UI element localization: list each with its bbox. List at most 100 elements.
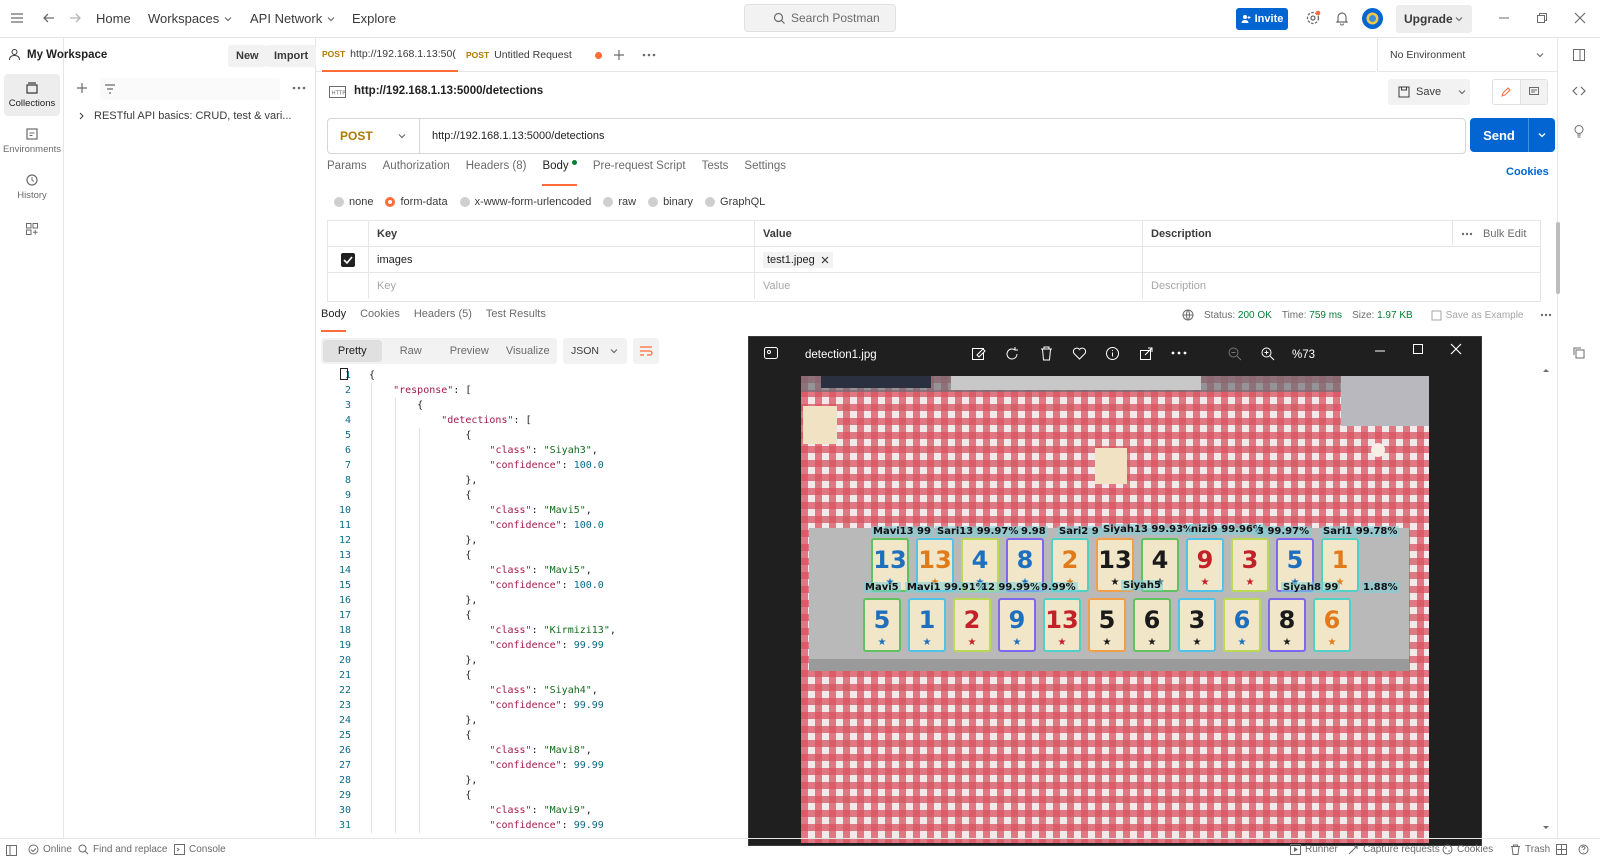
nav-workspaces[interactable]: Workspaces <box>148 11 233 26</box>
new-tab-icon[interactable] <box>613 49 625 61</box>
remove-file-icon[interactable] <box>821 256 829 264</box>
tab-request-2[interactable]: POST Untitled Request <box>466 38 612 72</box>
request-name[interactable]: http://192.168.1.13:5000/detections <box>354 85 543 97</box>
info-icon[interactable] <box>1105 346 1120 361</box>
radio-form-data[interactable]: form-data <box>385 196 448 208</box>
rail-collections[interactable]: Collections <box>4 74 60 116</box>
notification-bell-icon[interactable] <box>1334 10 1350 26</box>
close-icon[interactable] <box>1450 343 1462 355</box>
bulk-edit-link[interactable]: Bulk Edit <box>1483 228 1526 240</box>
tab-pre-request-script[interactable]: Pre-request Script <box>593 160 686 186</box>
resp-tab-cookies[interactable]: Cookies <box>360 308 400 332</box>
value-placeholder[interactable]: Value <box>754 273 1142 299</box>
invite-button[interactable]: Invite <box>1236 8 1288 30</box>
minimize-icon[interactable] <box>1374 345 1386 357</box>
toggle-sidebar-icon[interactable] <box>6 845 17 856</box>
comments-icon[interactable] <box>1520 80 1547 104</box>
nav-home[interactable]: Home <box>96 11 131 26</box>
row-key[interactable]: images <box>368 247 754 273</box>
upgrade-button[interactable]: Upgrade <box>1396 5 1472 33</box>
online-status[interactable]: Online <box>28 844 72 855</box>
minimize-icon[interactable] <box>1498 12 1510 24</box>
row-value[interactable]: test1.jpeg <box>754 247 1142 273</box>
workspace-name[interactable]: My Workspace <box>27 49 107 61</box>
restore-icon[interactable] <box>1536 12 1548 24</box>
cookies-link[interactable]: Cookies <box>1506 166 1549 178</box>
more-options-icon[interactable] <box>292 86 306 90</box>
collection-item[interactable]: RESTful API basics: CRUD, test & vari... <box>78 110 291 122</box>
close-icon[interactable] <box>1574 12 1586 24</box>
tab-settings[interactable]: Settings <box>744 160 786 186</box>
cookies-status[interactable]: Cookies <box>1442 844 1493 855</box>
tab-headers[interactable]: Headers (8) <box>466 160 527 186</box>
lightbulb-icon[interactable] <box>1572 124 1586 138</box>
help-icon[interactable] <box>1578 844 1589 855</box>
table-scrollbar[interactable] <box>1556 222 1560 294</box>
find-replace[interactable]: Find and replace <box>78 844 168 855</box>
import-button[interactable]: Import <box>266 45 317 67</box>
resp-tab-test-results[interactable]: Test Results <box>486 308 546 332</box>
rail-apps[interactable] <box>4 214 60 244</box>
radio-urlencoded[interactable]: x-www-form-urlencoded <box>459 196 591 208</box>
send-options-icon[interactable] <box>1528 118 1555 152</box>
share-icon[interactable] <box>1139 346 1154 361</box>
forward-arrow-icon[interactable] <box>68 11 82 25</box>
favorite-icon[interactable] <box>1072 346 1087 361</box>
rotate-icon[interactable] <box>1005 346 1020 361</box>
tab-tests[interactable]: Tests <box>702 160 729 186</box>
runner[interactable]: Runner <box>1290 844 1338 855</box>
code-icon[interactable] <box>1572 84 1586 98</box>
layout-icon[interactable] <box>1556 844 1567 855</box>
edit-image-icon[interactable] <box>971 346 986 361</box>
method-select[interactable]: POST <box>328 119 420 153</box>
key-placeholder[interactable]: Key <box>368 273 754 299</box>
view-preview[interactable]: Preview <box>440 340 499 362</box>
save-button[interactable]: Save <box>1388 79 1470 105</box>
edit-icon[interactable] <box>1493 80 1521 104</box>
resp-tab-headers[interactable]: Headers (5) <box>414 308 472 332</box>
tab-params[interactable]: Params <box>327 160 367 186</box>
tab-overflow-icon[interactable] <box>642 53 656 57</box>
radio-graphql[interactable]: GraphQL <box>705 196 765 208</box>
resp-tab-body[interactable]: Body <box>321 308 347 332</box>
filter-input[interactable] <box>100 78 280 100</box>
row-checkbox[interactable] <box>328 247 368 273</box>
console[interactable]: Console <box>174 844 226 855</box>
copy-icon[interactable] <box>1572 346 1586 360</box>
view-pretty[interactable]: Pretty <box>323 340 382 362</box>
radio-none[interactable]: none <box>334 196 373 208</box>
response-body-code[interactable]: 1{2 "response": [3 {4 "detections": [5 {… <box>321 368 741 834</box>
format-select[interactable]: JSON <box>563 338 627 364</box>
radio-binary[interactable]: binary <box>648 196 693 208</box>
radio-raw[interactable]: raw <box>603 196 636 208</box>
add-icon[interactable] <box>76 82 88 94</box>
tab-request-1[interactable]: POST http://192.168.1.13:50( <box>322 38 458 72</box>
menu-icon[interactable] <box>10 11 24 25</box>
save-as-example-button[interactable]: Save as Example <box>1431 310 1524 321</box>
code-scrollbar[interactable] <box>1543 368 1549 834</box>
environment-selector[interactable]: No Environment <box>1377 38 1557 72</box>
tab-authorization[interactable]: Authorization <box>383 160 450 186</box>
maximize-icon[interactable] <box>1412 343 1424 355</box>
row-description[interactable] <box>1142 247 1540 273</box>
rail-history[interactable]: History <box>4 166 60 208</box>
trash[interactable]: Trash <box>1510 844 1550 855</box>
gallery-icon[interactable] <box>763 345 779 361</box>
search-bar[interactable]: Search Postman <box>744 4 896 32</box>
view-visualize[interactable]: Visualize <box>499 340 558 362</box>
view-raw[interactable]: Raw <box>382 340 441 362</box>
url-input[interactable]: http://192.168.1.13:5000/detections <box>420 130 604 142</box>
wrap-lines-button[interactable] <box>633 338 659 364</box>
settings-icon[interactable] <box>1305 10 1321 26</box>
delete-icon[interactable] <box>1039 346 1054 361</box>
view-toggle[interactable] <box>1492 79 1548 105</box>
nav-api-network[interactable]: API Network <box>250 11 336 26</box>
environment-quick-look-icon[interactable] <box>1572 48 1586 62</box>
back-arrow-icon[interactable] <box>42 11 56 25</box>
more-options-icon[interactable] <box>1540 313 1552 317</box>
avatar[interactable] <box>1362 8 1383 29</box>
more-options-icon[interactable] <box>1461 232 1473 236</box>
new-button[interactable]: New <box>228 45 267 67</box>
more-options-icon[interactable] <box>1171 351 1187 355</box>
nav-explore[interactable]: Explore <box>352 11 396 26</box>
